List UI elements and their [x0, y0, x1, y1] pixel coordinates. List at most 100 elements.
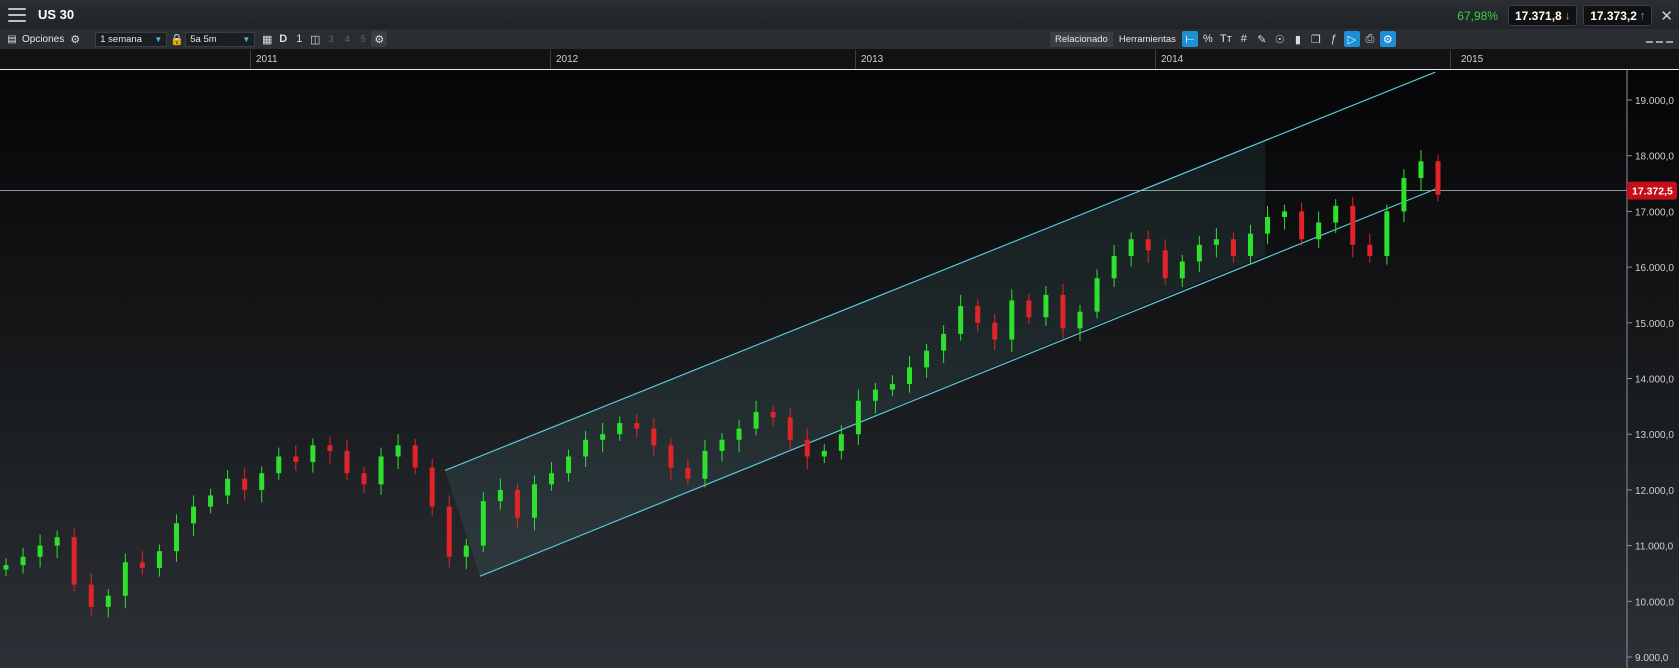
candle-body — [685, 467, 691, 479]
candle-body — [208, 495, 214, 507]
chevron-down-icon: ▼ — [154, 34, 163, 44]
candle-body — [105, 595, 111, 607]
price-tick-label: 15.000,0 — [1635, 319, 1674, 330]
candle-body — [958, 306, 964, 334]
interval-value: 1 semana — [100, 33, 142, 45]
compare-icon[interactable]: ◫ — [307, 31, 323, 47]
candle-body — [1435, 161, 1441, 195]
layout-3-button[interactable]: 3 — [323, 31, 339, 47]
print-icon[interactable]: ⎙ — [1362, 31, 1378, 47]
candle-body — [1179, 261, 1185, 279]
candle-body — [514, 489, 520, 518]
candle-body — [378, 456, 384, 485]
range-select[interactable]: 5a 5m ▼ — [185, 31, 256, 47]
buy-price: 17.373,2 — [1590, 8, 1637, 23]
channel-lower-line[interactable] — [479, 188, 1436, 577]
pin-icon[interactable]: ☉ — [1272, 31, 1288, 47]
candle-body — [1196, 244, 1202, 262]
related-button[interactable]: Relacionado — [1050, 31, 1113, 47]
price-tick-label: 13.000,0 — [1635, 430, 1674, 441]
minimize-icon[interactable] — [1646, 34, 1653, 43]
hamburger-menu-icon[interactable] — [8, 7, 26, 22]
candle-body — [924, 350, 930, 368]
candle-body — [173, 523, 179, 552]
options-button[interactable]: ▤ Opciones ⚙ — [0, 29, 87, 49]
candle-body — [566, 456, 572, 474]
candle-body — [1128, 239, 1134, 256]
candle-body — [480, 501, 486, 546]
chart-canvas[interactable]: 19.000,0 18.000,0 17.000,0 16.000,0 15.000,0… — [0, 70, 1679, 668]
arrow-up-icon: ↑ — [1639, 9, 1646, 22]
price-tick-label: 9.000,0 — [1635, 653, 1669, 664]
candle-body — [821, 450, 827, 457]
candle-body — [1043, 294, 1049, 318]
candle-body — [1401, 177, 1407, 212]
candle-body — [276, 456, 282, 474]
instrument-title: US 30 — [38, 7, 75, 22]
draw-pencil-icon[interactable]: ✎ — [1254, 31, 1270, 47]
candle-body — [293, 456, 299, 463]
daily-button[interactable]: D — [275, 31, 291, 47]
price-tick-label: 19.000,0 — [1635, 96, 1674, 107]
candle-body — [583, 439, 589, 457]
candle-body — [1162, 250, 1168, 279]
sell-price-button[interactable]: 17.371,8 ↓ — [1507, 5, 1578, 26]
candle-body — [651, 428, 657, 446]
candle-body — [3, 565, 9, 570]
chart-toolbar: ▤ Opciones ⚙ 1 semana ▼ 🔒 5a 5m ▼ ▦ D 1 … — [0, 29, 1679, 50]
year-divider — [855, 50, 856, 69]
one-button[interactable]: 1 — [291, 31, 307, 47]
candle-body — [54, 537, 60, 546]
candle-body — [855, 400, 861, 435]
candle-body — [1265, 216, 1271, 234]
fibonacci-grid-icon[interactable]: # — [1236, 31, 1252, 47]
close-icon[interactable]: ✕ — [1660, 7, 1673, 25]
calendar-icon[interactable]: ▦ — [259, 31, 275, 47]
layout-4-button[interactable]: 4 — [339, 31, 355, 47]
price-chart[interactable]: 19.000,0 18.000,0 17.000,0 16.000,0 15.000,0… — [0, 70, 1679, 668]
maximize-icon[interactable] — [1666, 34, 1673, 43]
candle-body — [71, 537, 77, 585]
candle-body — [1384, 211, 1390, 256]
trend-channel[interactable] — [0, 71, 1627, 577]
text-tool-icon[interactable]: Tт — [1218, 31, 1234, 47]
time-axis: 2011 2012 2013 2014 2015 — [0, 50, 1679, 70]
settings-gear-icon[interactable]: ⚙ — [371, 31, 388, 47]
candle-body — [1316, 222, 1322, 240]
candle-body — [1247, 233, 1253, 256]
candle-body — [1213, 239, 1219, 245]
tag-icon[interactable]: ▷ — [1343, 31, 1360, 47]
candle-body — [225, 478, 231, 496]
candle-body — [634, 423, 640, 429]
layout-5-button[interactable]: 5 — [355, 31, 371, 47]
candle-body — [787, 417, 793, 440]
candles-icon[interactable]: ▮ — [1290, 31, 1306, 47]
price-axis: 19.000,0 18.000,0 17.000,0 16.000,0 15.000,0… — [1626, 70, 1677, 668]
candle-body — [838, 434, 844, 451]
restore-icon[interactable] — [1656, 34, 1663, 43]
year-label: 2014 — [1161, 54, 1184, 65]
candle-body — [327, 445, 333, 451]
tools-settings-icon[interactable]: ⚙ — [1379, 31, 1396, 47]
candle-body — [412, 445, 418, 468]
list-icon: ▤ — [7, 33, 17, 45]
fx-tool-icon[interactable]: ƒ — [1326, 31, 1342, 47]
candle-body — [872, 389, 878, 401]
candle-body — [719, 439, 725, 451]
channel-fill — [445, 140, 1266, 577]
buy-price-button[interactable]: 17.373,2 ↑ — [1583, 5, 1653, 26]
candle-body — [549, 473, 555, 485]
candle-body — [1077, 311, 1083, 329]
candle-body — [429, 467, 435, 507]
percent-tool-button[interactable]: % — [1200, 31, 1216, 47]
channel-upper-line[interactable] — [444, 71, 1436, 471]
gear-icon: ⚙ — [70, 33, 81, 46]
layers-icon[interactable]: ❐ — [1308, 31, 1324, 47]
candle-body — [1060, 294, 1066, 329]
crosshair-tool-icon[interactable]: ⊢ — [1181, 31, 1198, 47]
candle-body — [889, 384, 895, 390]
interval-select[interactable]: 1 semana ▼ — [95, 31, 168, 47]
lock-icon[interactable]: 🔒 — [169, 31, 185, 47]
candle-body — [1350, 205, 1356, 245]
price-tick-label: 18.000,0 — [1635, 152, 1674, 163]
